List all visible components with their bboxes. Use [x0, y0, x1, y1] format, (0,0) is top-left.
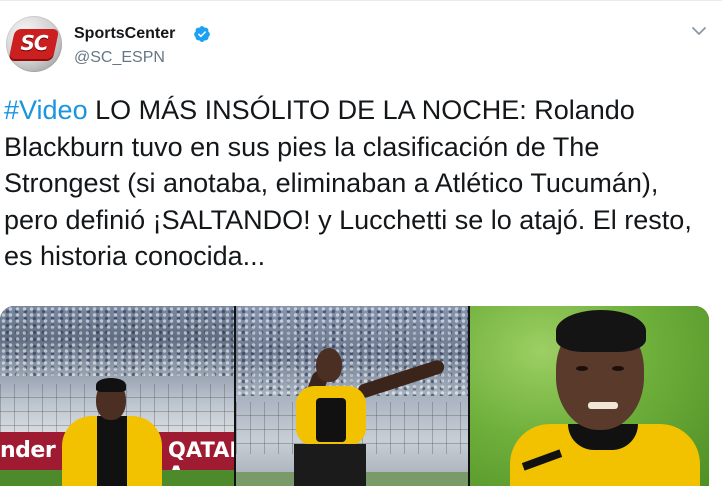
jersey-stripe [316, 398, 346, 442]
player-smile [588, 402, 618, 409]
player-jersey [62, 416, 162, 486]
top-divider [0, 0, 722, 1]
crowd-background [0, 306, 234, 376]
player-head [316, 348, 342, 382]
crowd-background [236, 306, 468, 396]
author-handle[interactable]: @SC_ESPN [74, 48, 165, 68]
video-frame-1: nder QATAR A [0, 306, 234, 486]
verified-badge-icon [194, 26, 210, 42]
player-eye [612, 366, 624, 371]
avatar[interactable]: SC [6, 16, 62, 72]
video-preview[interactable]: nder QATAR A [0, 306, 709, 486]
tweet-text: #Video LO MÁS INSÓLITO DE LA NOCHE: Rola… [4, 92, 716, 275]
player-hair [96, 378, 126, 392]
ad-text-left: nder [0, 438, 56, 463]
player-hair [556, 310, 646, 352]
player-shorts [294, 444, 366, 486]
player-eye [576, 366, 588, 371]
video-frame-2 [236, 306, 468, 486]
author-display-name[interactable]: SportsCenter [74, 24, 175, 44]
tweet-body: LO MÁS INSÓLITO DE LA NOCHE: Rolando Bla… [4, 95, 692, 271]
chevron-down-icon[interactable] [690, 22, 708, 40]
video-frame-3 [470, 306, 709, 486]
hashtag-link[interactable]: #Video [4, 95, 88, 125]
avatar-logo-text: SC [20, 31, 48, 55]
